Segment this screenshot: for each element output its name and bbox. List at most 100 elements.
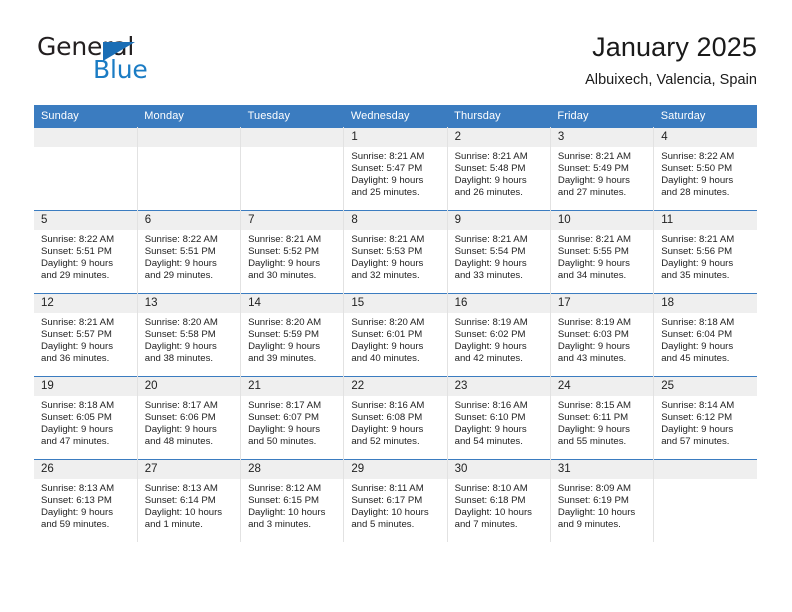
weekday-header-thursday: Thursday bbox=[447, 105, 551, 128]
daylight-text: Daylight: 9 hours bbox=[351, 341, 424, 353]
calendar-day-cell[interactable]: 15 Sunrise: 8:20 AM Sunset: 6:01 PM Dayligh… bbox=[343, 293, 448, 377]
day-number: 28 bbox=[241, 460, 344, 479]
calendar-day-cell[interactable]: 18 Sunrise: 8:18 AM Sunset: 6:04 PM Dayligh… bbox=[653, 293, 757, 377]
day-number: 18 bbox=[654, 294, 757, 313]
calendar-day-cell[interactable]: 7 Sunrise: 8:21 AM Sunset: 5:52 PM Daylight… bbox=[240, 210, 345, 294]
day-details: Sunrise: 8:22 AM Sunset: 5:51 PM Daylight:… bbox=[138, 230, 240, 282]
sunset-text: Sunset: 6:02 PM bbox=[454, 329, 526, 341]
calendar-empty-cell bbox=[34, 127, 138, 211]
sunset-text: Sunset: 6:04 PM bbox=[661, 329, 733, 341]
calendar-day-cell[interactable]: 26 Sunrise: 8:13 AM Sunset: 6:13 PM Dayligh… bbox=[34, 459, 138, 542]
sunset-text: Sunset: 6:14 PM bbox=[144, 495, 216, 507]
calendar-day-cell[interactable]: 20 Sunrise: 8:17 AM Sunset: 6:06 PM Dayligh… bbox=[136, 376, 242, 460]
calendar-day-cell[interactable]: 25 Sunrise: 8:14 AM Sunset: 6:12 PM Dayligh… bbox=[653, 376, 757, 460]
day-details: Sunrise: 8:17 AM Sunset: 6:06 PM Daylight:… bbox=[138, 396, 240, 448]
day-number bbox=[137, 128, 241, 147]
calendar-day-cell[interactable]: 27 Sunrise: 8:13 AM Sunset: 6:14 PM Dayligh… bbox=[136, 459, 242, 542]
daylight-text-cont: and 3 minutes. bbox=[248, 519, 311, 531]
daylight-text-cont: and 35 minutes. bbox=[661, 270, 730, 282]
daylight-text-cont: and 48 minutes. bbox=[144, 436, 214, 448]
day-number: 5 bbox=[34, 211, 137, 230]
day-number: 17 bbox=[550, 294, 654, 313]
calendar-day-cell[interactable]: 4 Sunrise: 8:22 AM Sunset: 5:50 PM Daylight… bbox=[653, 127, 757, 211]
sunset-text: Sunset: 6:05 PM bbox=[41, 412, 112, 424]
sunset-text: Sunset: 6:01 PM bbox=[351, 329, 423, 341]
day-details: Sunrise: 8:16 AM Sunset: 6:08 PM Daylight:… bbox=[344, 396, 446, 448]
daylight-text-cont: and 34 minutes. bbox=[557, 270, 627, 282]
daylight-text: Daylight: 9 hours bbox=[661, 258, 734, 270]
calendar-week-row: 1 Sunrise: 8:21 AM Sunset: 5:47 PM Daylight… bbox=[34, 127, 757, 211]
calendar-day-cell[interactable]: 13 Sunrise: 8:20 AM Sunset: 5:58 PM Dayligh… bbox=[136, 293, 242, 377]
calendar-day-cell[interactable]: 14 Sunrise: 8:20 AM Sunset: 5:59 PM Dayligh… bbox=[240, 293, 345, 377]
sunrise-text: Sunrise: 8:20 AM bbox=[351, 317, 425, 328]
daylight-text: Daylight: 9 hours bbox=[248, 424, 321, 436]
weekday-header-monday: Monday bbox=[137, 105, 241, 128]
daylight-text-cont: and 52 minutes. bbox=[351, 436, 420, 448]
calendar-day-cell[interactable]: 17 Sunrise: 8:19 AM Sunset: 6:03 PM Dayligh… bbox=[549, 293, 655, 377]
daylight-text: Daylight: 9 hours bbox=[557, 258, 630, 270]
day-details: Sunrise: 8:12 AM Sunset: 6:15 PM Daylight:… bbox=[241, 479, 343, 531]
calendar-day-cell[interactable]: 5 Sunrise: 8:22 AM Sunset: 5:51 PM Daylight… bbox=[34, 210, 138, 294]
calendar-week-row: 5 Sunrise: 8:22 AM Sunset: 5:51 PM Daylight… bbox=[34, 210, 757, 294]
daylight-text: Daylight: 9 hours bbox=[351, 424, 424, 436]
weekday-header-friday: Friday bbox=[550, 105, 654, 128]
calendar-day-cell[interactable]: 8 Sunrise: 8:21 AM Sunset: 5:53 PM Daylight… bbox=[343, 210, 448, 294]
calendar-day-cell[interactable]: 22 Sunrise: 8:16 AM Sunset: 6:08 PM Dayligh… bbox=[343, 376, 448, 460]
sunrise-text: Sunrise: 8:21 AM bbox=[661, 234, 735, 245]
calendar-day-cell[interactable]: 12 Sunrise: 8:21 AM Sunset: 5:57 PM Dayligh… bbox=[34, 293, 138, 377]
calendar-day-cell[interactable]: 28 Sunrise: 8:12 AM Sunset: 6:15 PM Dayligh… bbox=[240, 459, 345, 542]
calendar-empty-cell bbox=[653, 459, 757, 542]
calendar-day-cell[interactable]: 10 Sunrise: 8:21 AM Sunset: 5:55 PM Dayligh… bbox=[549, 210, 655, 294]
calendar-day-cell[interactable]: 1 Sunrise: 8:21 AM Sunset: 5:47 PM Daylight… bbox=[343, 127, 448, 211]
calendar-empty-cell bbox=[136, 127, 242, 211]
calendar-day-cell[interactable]: 9 Sunrise: 8:21 AM Sunset: 5:54 PM Daylight… bbox=[446, 210, 551, 294]
calendar-day-cell[interactable]: 31 Sunrise: 8:09 AM Sunset: 6:19 PM Dayligh… bbox=[549, 459, 655, 542]
sunset-text: Sunset: 6:07 PM bbox=[248, 412, 319, 424]
daylight-text: Daylight: 9 hours bbox=[41, 424, 113, 436]
calendar-day-cell[interactable]: 11 Sunrise: 8:21 AM Sunset: 5:56 PM Dayligh… bbox=[653, 210, 757, 294]
day-number: 26 bbox=[34, 460, 137, 479]
daylight-text: Daylight: 9 hours bbox=[41, 341, 113, 353]
calendar-day-cell[interactable]: 23 Sunrise: 8:16 AM Sunset: 6:10 PM Dayligh… bbox=[446, 376, 551, 460]
day-details: Sunrise: 8:21 AM Sunset: 5:57 PM Daylight:… bbox=[34, 313, 137, 365]
sunrise-text: Sunrise: 8:13 AM bbox=[41, 483, 115, 494]
calendar-day-cell[interactable]: 6 Sunrise: 8:22 AM Sunset: 5:51 PM Daylight… bbox=[136, 210, 242, 294]
daylight-text-cont: and 29 minutes. bbox=[41, 270, 110, 282]
day-details: Sunrise: 8:13 AM Sunset: 6:13 PM Daylight:… bbox=[34, 479, 137, 531]
calendar-day-cell[interactable]: 21 Sunrise: 8:17 AM Sunset: 6:07 PM Dayligh… bbox=[240, 376, 345, 460]
sunset-text: Sunset: 6:17 PM bbox=[351, 495, 423, 507]
daylight-text-cont: and 38 minutes. bbox=[144, 353, 214, 365]
daylight-text: Daylight: 10 hours bbox=[248, 507, 326, 519]
day-details: Sunrise: 8:18 AM Sunset: 6:05 PM Daylight:… bbox=[34, 396, 137, 448]
day-details: Sunrise: 8:21 AM Sunset: 5:48 PM Daylight:… bbox=[448, 147, 550, 199]
daylight-text: Daylight: 10 hours bbox=[454, 507, 532, 519]
day-number: 24 bbox=[550, 377, 654, 396]
day-number: 7 bbox=[241, 211, 344, 230]
day-number: 22 bbox=[344, 377, 447, 396]
sunrise-text: Sunrise: 8:16 AM bbox=[454, 400, 528, 411]
day-number: 16 bbox=[447, 294, 550, 313]
sunset-text: Sunset: 6:11 PM bbox=[557, 412, 629, 424]
calendar-header-row: Sunday Monday Tuesday Wednesday Thursday Frid… bbox=[34, 105, 757, 128]
calendar-day-cell[interactable]: 30 Sunrise: 8:10 AM Sunset: 6:18 PM Dayligh… bbox=[446, 459, 551, 542]
sunrise-text: Sunrise: 8:20 AM bbox=[144, 317, 218, 328]
calendar-week-row: 19 Sunrise: 8:18 AM Sunset: 6:05 PM Dayligh… bbox=[34, 376, 757, 460]
daylight-text-cont: and 26 minutes. bbox=[454, 187, 523, 199]
day-number: 9 bbox=[447, 211, 550, 230]
day-number: 29 bbox=[344, 460, 447, 479]
general-blue-logo[interactable]: General Blue bbox=[34, 30, 274, 92]
calendar-day-cell[interactable]: 19 Sunrise: 8:18 AM Sunset: 6:05 PM Dayligh… bbox=[34, 376, 138, 460]
calendar-day-cell[interactable]: 16 Sunrise: 8:19 AM Sunset: 6:02 PM Dayligh… bbox=[446, 293, 551, 377]
calendar-day-cell[interactable]: 24 Sunrise: 8:15 AM Sunset: 6:11 PM Dayligh… bbox=[549, 376, 655, 460]
calendar-day-cell[interactable]: 3 Sunrise: 8:21 AM Sunset: 5:49 PM Daylight… bbox=[549, 127, 655, 211]
sunrise-text: Sunrise: 8:21 AM bbox=[351, 234, 425, 245]
daylight-text: Daylight: 9 hours bbox=[41, 507, 113, 519]
daylight-text-cont: and 55 minutes. bbox=[557, 436, 627, 448]
calendar-day-cell[interactable]: 2 Sunrise: 8:21 AM Sunset: 5:48 PM Daylight… bbox=[446, 127, 551, 211]
daylight-text: Daylight: 10 hours bbox=[144, 507, 223, 519]
day-details: Sunrise: 8:20 AM Sunset: 5:59 PM Daylight:… bbox=[241, 313, 343, 365]
day-number: 11 bbox=[654, 211, 757, 230]
location-subtitle: Albuixech, Valencia, Spain bbox=[585, 72, 757, 88]
sunrise-text: Sunrise: 8:21 AM bbox=[557, 234, 631, 245]
calendar-day-cell[interactable]: 29 Sunrise: 8:11 AM Sunset: 6:17 PM Dayligh… bbox=[343, 459, 448, 542]
